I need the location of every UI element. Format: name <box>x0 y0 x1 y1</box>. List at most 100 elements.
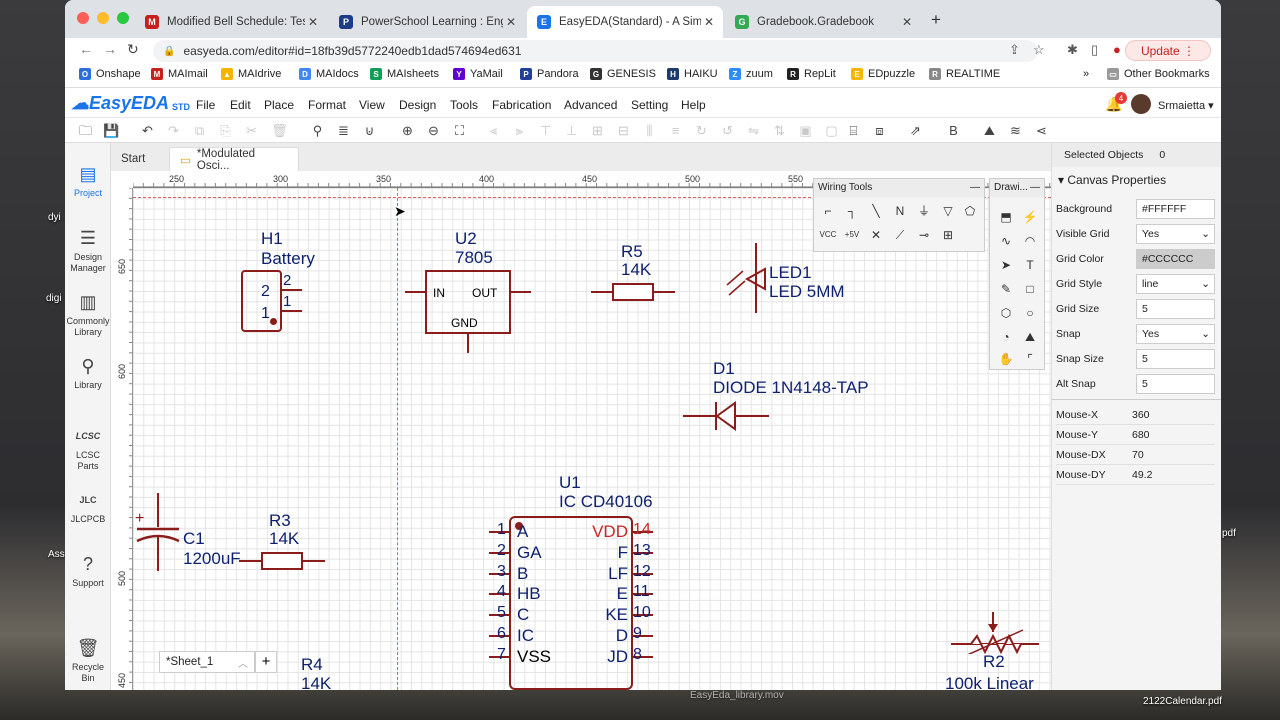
align-middle-icon[interactable]: ⊟ <box>615 122 632 139</box>
menu-edit[interactable]: Edit <box>230 98 251 112</box>
menu-help[interactable]: Help <box>681 98 706 112</box>
bookmark-item[interactable]: G GENESIS <box>590 68 656 80</box>
resistor-symbol[interactable] <box>612 283 654 301</box>
zoom-in-icon[interactable]: ⊕ <box>399 122 416 139</box>
stack-icon[interactable]: ≋ <box>1007 122 1024 139</box>
bookmark-item[interactable]: H HAIKU <box>667 68 718 80</box>
fit-view-icon[interactable]: ⛶ <box>451 122 468 139</box>
chevron-up-icon[interactable]: ︿ <box>238 655 248 670</box>
bookmark-folder[interactable]: ▭ Other Bookmarks <box>1107 68 1210 80</box>
share-icon[interactable]: ⋖ <box>1033 122 1050 139</box>
potentiometer-symbol[interactable] <box>951 610 1039 654</box>
led-symbol[interactable] <box>723 243 773 313</box>
rotate-ccw-icon[interactable]: ↺ <box>719 122 736 139</box>
zoom-out-icon[interactable]: ⊖ <box>425 122 442 139</box>
distribute-h-icon[interactable]: ⫼ <box>641 122 658 139</box>
cross-probe-icon[interactable]: ⊍ <box>361 122 378 139</box>
component-value[interactable]: 1200uF <box>183 550 241 568</box>
component-designator[interactable]: D1 <box>713 360 735 378</box>
bookmark-item[interactable]: R RepLit <box>787 68 836 80</box>
no-connect-icon[interactable]: ✕ <box>866 225 886 245</box>
sidebar-item-library[interactable]: ⚲ Library <box>65 355 111 391</box>
save-icon[interactable]: 💾 <box>103 122 120 139</box>
component-designator[interactable]: R5 <box>621 243 643 261</box>
menu-file[interactable]: File <box>196 98 215 112</box>
menu-place[interactable]: Place <box>264 98 294 112</box>
minimize-window-button[interactable] <box>97 12 109 24</box>
netport-icon[interactable]: ▽ <box>938 201 958 221</box>
close-icon[interactable]: ✕ <box>701 15 717 29</box>
bookmark-item[interactable]: P Pandora <box>520 68 579 80</box>
menu-advanced[interactable]: Advanced <box>564 98 617 112</box>
align-center-icon[interactable]: ⊞ <box>589 122 606 139</box>
net-flag-gnd-icon[interactable]: ⏚ <box>914 201 934 221</box>
close-icon[interactable]: ✕ <box>305 15 321 29</box>
arrowhead-icon[interactable]: ➤ <box>996 255 1016 275</box>
bezier-icon[interactable]: ∿ <box>996 231 1016 251</box>
bookmark-item[interactable]: R REALTIME <box>929 68 1000 80</box>
user-menu[interactable]: Srmaietta ▾ <box>1158 99 1214 112</box>
minimize-icon[interactable]: — <box>970 182 980 194</box>
cut-icon[interactable]: ✂ <box>243 122 260 139</box>
resistor-symbol[interactable] <box>261 552 303 570</box>
net-port-icon[interactable]: ⬠ <box>960 201 980 221</box>
bookmark-item[interactable]: E EDpuzzle <box>851 68 915 80</box>
schematic-canvas[interactable]: ➤ H1 Battery 2 1 2 1 U2 7805 IN OUT GND … <box>133 188 1051 690</box>
align-right-icon[interactable]: ⫸ <box>511 122 528 139</box>
bookmark-item[interactable]: ▲ MAIdrive <box>221 68 281 80</box>
component-value[interactable]: IC CD40106 <box>559 493 653 511</box>
copy-icon[interactable]: ⧉ <box>191 122 208 139</box>
line-icon[interactable]: ⚡ <box>1020 207 1040 227</box>
pie-icon[interactable]: ◔ <box>996 327 1016 347</box>
sidebar-item-lcsc-parts[interactable]: LCSC LCSC Parts <box>65 425 111 472</box>
reload-icon[interactable]: ↻ <box>127 41 139 58</box>
add-sheet-button[interactable]: + <box>255 651 277 673</box>
back-icon[interactable]: ← <box>79 41 93 57</box>
browser-tab[interactable]: MModified Bell Schedule: Testing✕ <box>135 6 327 38</box>
new-tab-button[interactable]: + <box>931 10 941 30</box>
grid-size-input[interactable]: 5 <box>1136 299 1215 319</box>
image-icon[interactable]: ⬒ <box>996 207 1016 227</box>
undo-icon[interactable]: ↶ <box>139 122 156 139</box>
send-back-icon[interactable]: ▢ <box>823 122 840 139</box>
flip-h-icon[interactable]: ⇋ <box>745 122 762 139</box>
close-icon[interactable]: ✕ <box>899 15 915 29</box>
net-label-icon[interactable]: N <box>890 201 910 221</box>
bookmark-item[interactable]: O Onshape <box>79 68 141 80</box>
polygon-icon[interactable]: ⬡ <box>996 303 1016 323</box>
bring-front-icon[interactable]: ▣ <box>797 122 814 139</box>
bom-icon[interactable]: ⌸ <box>845 122 862 139</box>
rectangle-icon[interactable]: □ <box>1020 279 1040 299</box>
canvas-properties-title[interactable]: ▾ Canvas Properties <box>1058 173 1166 187</box>
capacitor-symbol[interactable]: + <box>133 493 183 583</box>
menu-format[interactable]: Format <box>308 98 346 112</box>
delete-icon[interactable]: 🗑 <box>271 122 288 139</box>
forward-icon[interactable]: → <box>103 41 117 57</box>
diode-symbol[interactable] <box>683 400 769 432</box>
component-value[interactable]: 14K <box>301 675 331 691</box>
bus-icon[interactable]: ┐ <box>842 201 862 221</box>
zoom-window-button[interactable] <box>117 12 129 24</box>
profile-icon[interactable]: ● <box>1113 42 1121 57</box>
align-top-icon[interactable]: ⊤ <box>537 122 554 139</box>
component-designator[interactable]: C1 <box>183 530 205 548</box>
visible-grid-select[interactable]: Yes ⌄ <box>1136 224 1215 244</box>
plus5v-icon[interactable]: +5V <box>842 225 862 245</box>
dimension-icon[interactable]: ⌜ <box>1020 349 1040 369</box>
browser-tab[interactable]: G Gradebook.Gradebook ✕ <box>725 6 921 38</box>
menu-tools[interactable]: Tools <box>450 98 478 112</box>
arc-icon[interactable]: ◠ <box>1020 231 1040 251</box>
avatar[interactable] <box>1131 94 1151 114</box>
image-icon[interactable]: ⛰ <box>981 122 998 139</box>
menu-view[interactable]: View <box>359 98 385 112</box>
redo-icon[interactable]: ↷ <box>165 122 182 139</box>
component-value[interactable]: Battery <box>261 250 315 268</box>
bookmark-item[interactable]: D MAIdocs <box>299 68 359 80</box>
grid-style-select[interactable]: line ⌄ <box>1136 274 1215 294</box>
rotate-icon[interactable]: ↻ <box>693 122 710 139</box>
extensions-icon[interactable]: ✱ <box>1067 42 1078 58</box>
component-designator[interactable]: U1 <box>559 474 581 492</box>
group-icon[interactable]: ⊞ <box>938 225 958 245</box>
desktop-file-label[interactable]: 2122Calendar.pdf <box>1143 696 1222 707</box>
star-icon[interactable]: ☆ <box>1033 42 1045 58</box>
